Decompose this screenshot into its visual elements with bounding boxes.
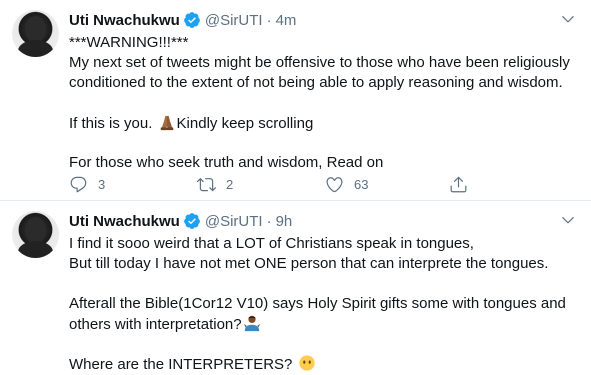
tweet-text-fragment: If this is you. xyxy=(69,115,153,132)
separator-dot: · xyxy=(266,212,272,230)
avatar-head xyxy=(25,217,46,243)
timestamp[interactable]: 9h xyxy=(276,213,293,230)
share-button[interactable] xyxy=(449,175,468,194)
tweet-text-line: My next set of tweets might be offensive… xyxy=(69,54,570,71)
avatar-shoulders xyxy=(18,241,53,258)
tweet-text-line: I find it sooo weird that a LOT of Chris… xyxy=(69,235,474,252)
folded-hands-emoji xyxy=(158,113,176,137)
avatar[interactable] xyxy=(12,211,59,258)
tweet-text-line: Afterall the Bible(1Cor12 V10) says Holy… xyxy=(69,295,566,312)
retweet-icon xyxy=(197,177,216,191)
avatar[interactable] xyxy=(12,10,59,57)
timestamp[interactable]: 4m xyxy=(276,12,297,29)
tweet-text-line: Where are the INTERPRETERS? xyxy=(69,354,581,374)
like-count: 63 xyxy=(354,176,369,192)
like-button[interactable]: 63 xyxy=(325,175,368,194)
tweet[interactable]: Uti Nwachukwu @SirUTI · 4m ***WARNING!!!… xyxy=(0,0,591,201)
avatar-head xyxy=(25,16,46,42)
person-shrugging-emoji xyxy=(243,314,261,338)
tweet-text-line: If this is you. Kindly keep scrolling xyxy=(69,113,581,133)
reply-button[interactable]: 3 xyxy=(69,175,105,194)
tweet-text-line: For those who seek truth and wisdom, Rea… xyxy=(69,154,384,171)
avatar-shoulders xyxy=(18,40,53,57)
author-name[interactable]: Uti Nwachukwu xyxy=(69,213,180,230)
retweet-count: 2 xyxy=(226,176,234,192)
tweet-text-line: But till today I have not met ONE person… xyxy=(69,255,549,272)
reply-icon xyxy=(70,176,87,192)
chevron-down-icon[interactable] xyxy=(557,8,579,30)
heart-icon xyxy=(326,176,343,192)
author-handle[interactable]: @SirUTI xyxy=(205,12,263,29)
separator-dot: · xyxy=(266,11,272,29)
tweet-text-line: ***WARNING!!!*** xyxy=(69,34,189,51)
tweet-text-line: others with interpretation? xyxy=(69,314,581,334)
tweet-text-line: conditioned to the extent of not being a… xyxy=(69,74,563,91)
tweet-actions: 3 2 63 xyxy=(69,173,539,195)
tweet-text: I find it sooo weird that a LOT of Chris… xyxy=(69,234,581,374)
verified-badge-icon xyxy=(183,11,201,29)
tweet-text: ***WARNING!!!*** My next set of tweets m… xyxy=(69,33,581,173)
tweet-text-fragment: others with interpretation? xyxy=(69,316,242,333)
tweet-header: Uti Nwachukwu @SirUTI · 9h xyxy=(69,211,292,231)
chevron-down-icon[interactable] xyxy=(557,209,579,231)
share-icon xyxy=(450,176,467,192)
verified-badge-icon xyxy=(183,212,201,230)
tweet[interactable]: Uti Nwachukwu @SirUTI · 9h I find it soo… xyxy=(0,201,591,375)
author-name[interactable]: Uti Nwachukwu xyxy=(69,12,180,29)
author-handle[interactable]: @SirUTI xyxy=(205,213,263,230)
tweet-text-fragment: Where are the INTERPRETERS? xyxy=(69,356,293,373)
reply-count: 3 xyxy=(98,176,106,192)
tweet-text-fragment: Kindly keep scrolling xyxy=(176,115,314,132)
tweet-header: Uti Nwachukwu @SirUTI · 4m xyxy=(69,10,296,30)
retweet-button[interactable]: 2 xyxy=(197,175,233,194)
face-without-mouth-emoji xyxy=(298,354,316,375)
